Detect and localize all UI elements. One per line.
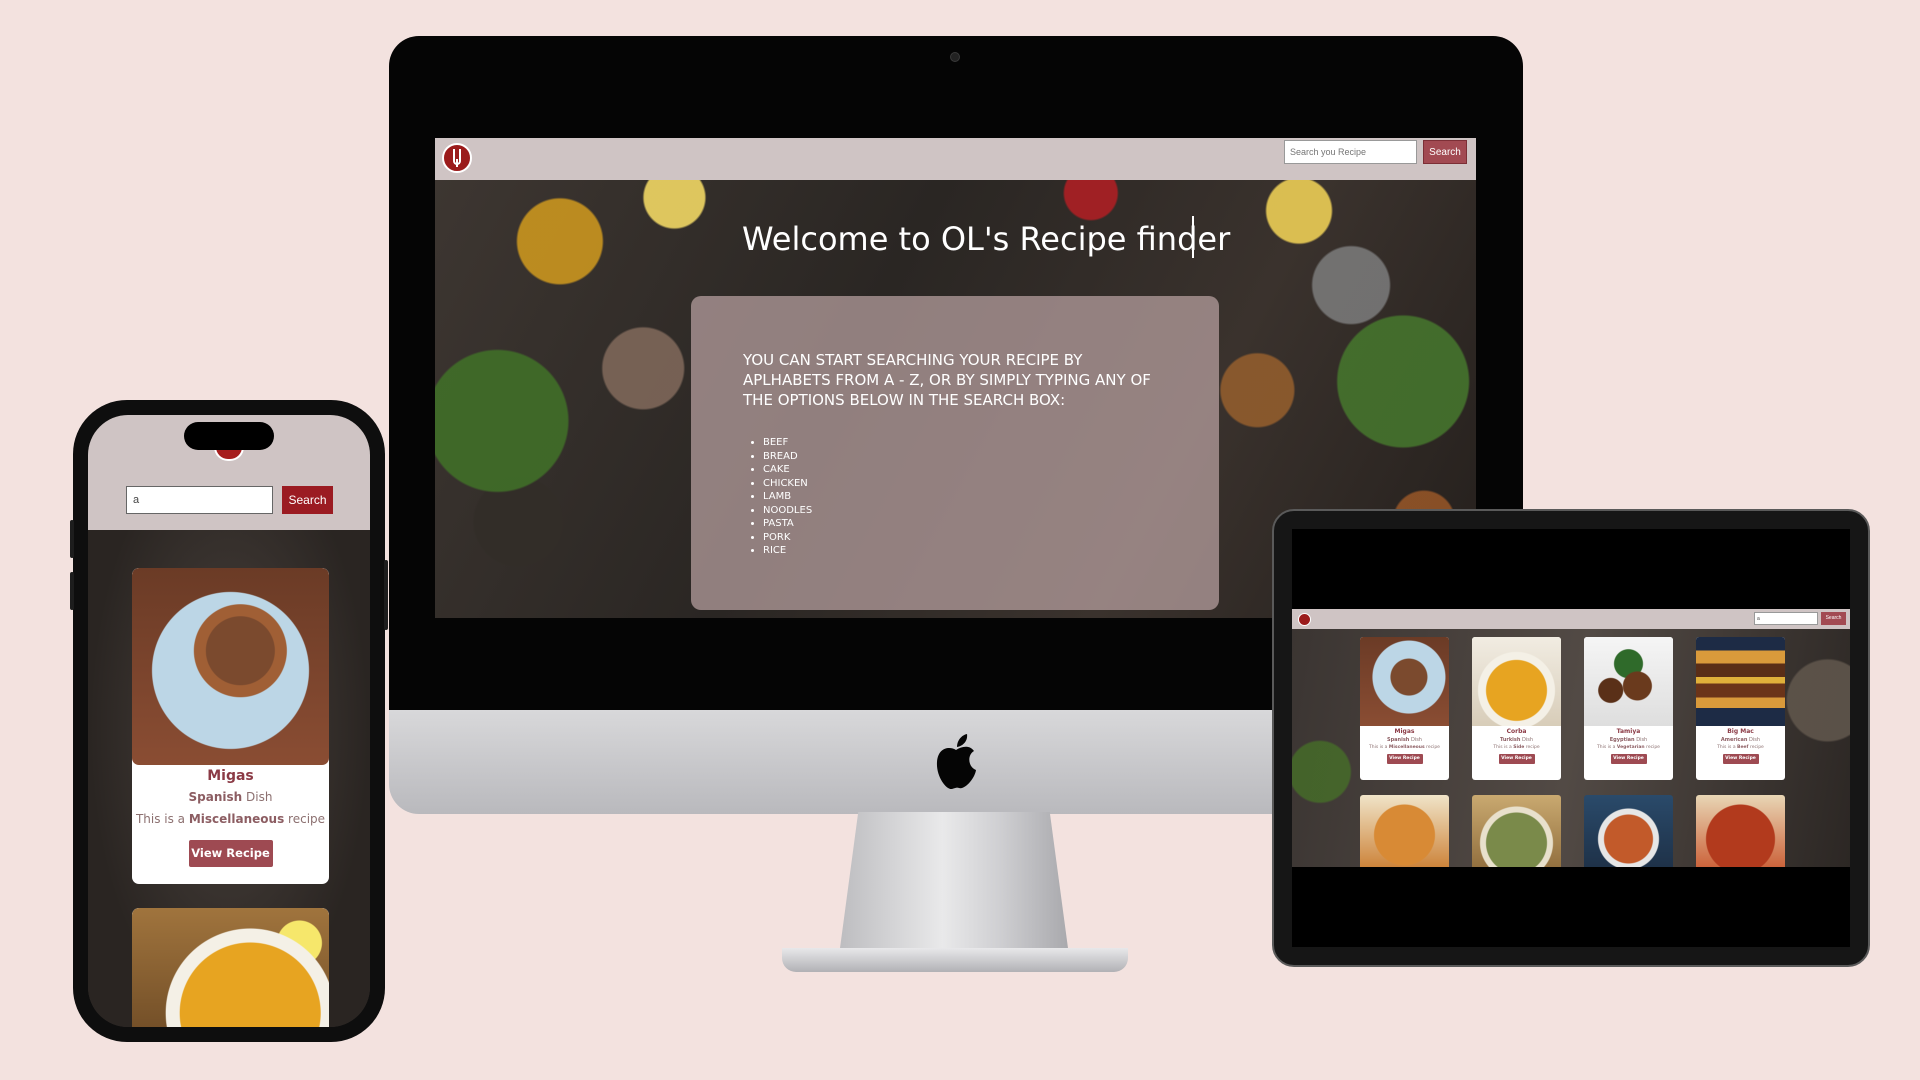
recipe-name: Corba bbox=[1506, 728, 1527, 735]
recipe-grid: Migas Spanish Dish This is a Miscellaneo… bbox=[1292, 629, 1850, 867]
recipe-description: This is a Vegetarian recipe bbox=[1597, 745, 1660, 750]
search-options-list: BEEF BREAD CAKE CHICKEN LAMB NOODLES PAS… bbox=[763, 436, 812, 558]
list-item: CAKE bbox=[763, 463, 812, 477]
list-item: BREAD bbox=[763, 450, 812, 464]
dynamic-island bbox=[184, 422, 274, 450]
search-input[interactable] bbox=[126, 486, 273, 514]
recipe-card bbox=[132, 908, 329, 1027]
list-item: PASTA bbox=[763, 517, 812, 531]
recipe-card: Migas Spanish Dish This is a Miscellaneo… bbox=[132, 568, 329, 884]
recipe-image bbox=[1584, 637, 1673, 726]
view-recipe-button[interactable]: View Recipe bbox=[1722, 754, 1759, 764]
fork-plate-icon[interactable] bbox=[442, 143, 472, 173]
view-recipe-button[interactable]: View Recipe bbox=[1498, 754, 1535, 764]
list-item: RICE bbox=[763, 544, 812, 558]
navbar: Search bbox=[435, 138, 1476, 180]
recipe-image bbox=[132, 908, 329, 1027]
recipe-description: This is a Miscellaneous recipe bbox=[1369, 745, 1440, 750]
camera-icon bbox=[950, 52, 960, 62]
search-input[interactable] bbox=[1284, 140, 1417, 164]
recipe-name: Migas bbox=[1394, 728, 1415, 735]
page-title: Welcome to OL's Recipe finder bbox=[742, 220, 1231, 258]
recipe-description: This is a Miscellaneous recipe bbox=[135, 812, 326, 826]
recipe-list: Migas Spanish Dish This is a Miscellaneo… bbox=[88, 530, 370, 1027]
list-item: LAMB bbox=[763, 490, 812, 504]
recipe-name: Tamiya bbox=[1616, 728, 1641, 735]
imac-stand bbox=[840, 812, 1068, 960]
recipe-description: This is a Beef recipe bbox=[1717, 745, 1764, 750]
text-cursor bbox=[1192, 216, 1194, 258]
recipe-area: Egyptian Dish bbox=[1609, 737, 1648, 743]
recipe-card: Migas Spanish Dish This is a Miscellaneo… bbox=[1360, 637, 1449, 780]
fork-plate-icon[interactable] bbox=[1298, 613, 1311, 626]
recipe-image bbox=[1360, 637, 1449, 726]
view-recipe-button[interactable]: View Recipe bbox=[188, 840, 273, 867]
phone-power-button bbox=[384, 560, 388, 630]
apple-logo-icon bbox=[936, 734, 976, 790]
tablet-screen: Search Migas Spanish Dish This is a Misc… bbox=[1292, 529, 1850, 947]
search-button[interactable]: Search bbox=[1423, 140, 1467, 164]
phone-screen: Search Migas Spanish Dish This is a Misc… bbox=[88, 415, 370, 1027]
recipe-image bbox=[1696, 637, 1785, 726]
phone-volume-button bbox=[70, 572, 74, 610]
recipe-area: Turkish Dish bbox=[1499, 737, 1534, 743]
navbar: Search bbox=[1292, 609, 1850, 629]
recipe-card: Corba Turkish Dish This is a Side recipe… bbox=[1472, 637, 1561, 780]
recipe-area: American Dish bbox=[1720, 737, 1761, 743]
recipe-area: Spanish Dish bbox=[1387, 737, 1422, 743]
search-input[interactable] bbox=[1754, 612, 1818, 625]
recipe-description: This is a Side recipe bbox=[1493, 745, 1540, 750]
list-item: CHICKEN bbox=[763, 477, 812, 491]
recipe-image bbox=[132, 568, 329, 765]
recipe-image bbox=[1584, 795, 1673, 867]
recipe-image bbox=[1472, 795, 1561, 867]
recipe-image bbox=[1472, 637, 1561, 726]
recipe-card: Tamiya Egyptian Dish This is a Vegetaria… bbox=[1584, 637, 1673, 780]
search-button[interactable]: Search bbox=[282, 486, 333, 514]
instructions-text: YOU CAN START SEARCHING YOUR RECIPE BY A… bbox=[743, 351, 1151, 409]
recipe-card: Big Mac American Dish This is a Beef rec… bbox=[1696, 637, 1785, 780]
instructions-card: YOU CAN START SEARCHING YOUR RECIPE BY A… bbox=[691, 296, 1219, 610]
phone-volume-button bbox=[70, 520, 74, 558]
recipe-name: Big Mac bbox=[1727, 728, 1754, 735]
search-button[interactable]: Search bbox=[1821, 612, 1846, 625]
recipe-area: Spanish Dish bbox=[188, 790, 273, 804]
imac-stand-base bbox=[782, 948, 1128, 972]
recipe-image bbox=[1360, 795, 1449, 867]
view-recipe-button[interactable]: View Recipe bbox=[1610, 754, 1647, 764]
view-recipe-button[interactable]: View Recipe bbox=[1386, 754, 1423, 764]
list-item: NOODLES bbox=[763, 504, 812, 518]
recipe-name: Migas bbox=[207, 768, 254, 784]
list-item: BEEF bbox=[763, 436, 812, 450]
list-item: PORK bbox=[763, 531, 812, 545]
recipe-image bbox=[1696, 795, 1785, 867]
